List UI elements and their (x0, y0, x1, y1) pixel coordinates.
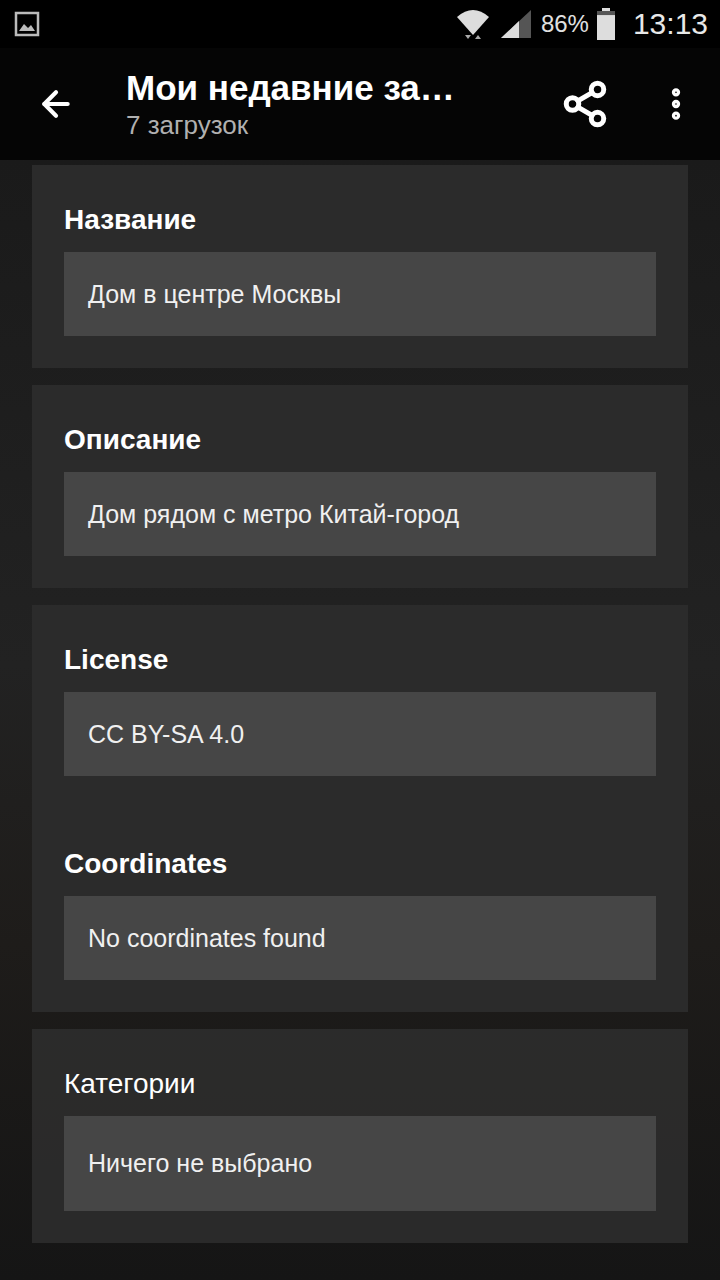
battery-percent: 86% (541, 10, 589, 38)
screen: 86% 13:13 Мои недавние за…7 загрузок Назван… (0, 0, 720, 1280)
category-picker[interactable]: Ничего не выбрано (64, 1116, 656, 1211)
field-value[interactable]: CC BY-SA 4.0 (64, 692, 656, 776)
toolbar-title-block: Мои недавние за…7 загрузок (126, 67, 560, 141)
toolbar-title: Мои недавние за… (126, 67, 560, 109)
battery-icon (597, 8, 615, 40)
share-button[interactable] (560, 79, 610, 129)
field-label: Категории (64, 1064, 656, 1104)
overflow-menu-button[interactable] (656, 84, 696, 124)
clock: 13:13 (633, 7, 708, 41)
field-label: Описание (64, 420, 656, 460)
field-group: Описание Дом рядом с метро Китай-город (64, 420, 656, 556)
wifi-icon (455, 7, 491, 41)
toolbar: Мои недавние за…7 загрузок (0, 48, 720, 160)
field-value[interactable]: Дом в центре Москвы (64, 252, 656, 336)
more-icon (656, 84, 696, 124)
toolbar-subtitle: 7 загрузок (126, 109, 560, 141)
field-label: Название (64, 200, 656, 240)
details-card: License CC BY-SA 4.0 Coordinates No coordin… (32, 605, 688, 1012)
share-icon (560, 79, 610, 129)
field-group: Coordinates No coordinates found (64, 844, 656, 980)
details-card: Категории Ничего не выбрано (32, 1029, 688, 1243)
field-group: License CC BY-SA 4.0 (64, 640, 656, 776)
image-notification-icon (14, 11, 40, 37)
field-group: Категории Ничего не выбрано (64, 1064, 656, 1211)
details-card: Описание Дом рядом с метро Китай-город (32, 385, 688, 588)
field-label: License (64, 640, 656, 680)
status-bar: 86% 13:13 (0, 0, 720, 48)
field-value[interactable]: No coordinates found (64, 896, 656, 980)
back-arrow-icon (36, 84, 76, 124)
signal-icon (499, 8, 533, 40)
toolbar-actions (560, 79, 696, 129)
back-button[interactable] (36, 84, 76, 124)
field-value[interactable]: Дом рядом с метро Китай-город (64, 472, 656, 556)
status-indicators: 86% 13:13 (455, 7, 708, 41)
field-group: Название Дом в центре Москвы (64, 200, 656, 336)
field-label: Coordinates (64, 844, 656, 884)
details-content: Название Дом в центре Москвы Описание Дом р… (0, 160, 720, 1280)
details-card: Название Дом в центре Москвы (32, 165, 688, 368)
